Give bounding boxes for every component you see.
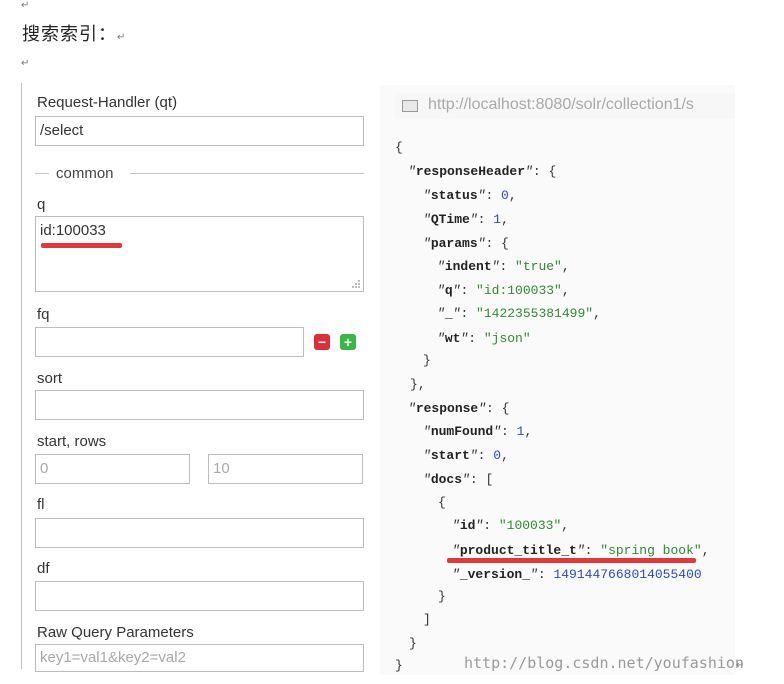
q-textarea[interactable]: id:100033	[35, 216, 364, 292]
json-line-docs: "docs": [	[423, 472, 494, 487]
json-root-close: }	[395, 658, 403, 673]
json-line-indent: "indent": "true",	[437, 259, 570, 274]
request-handler-label: Request-Handler (qt)	[37, 94, 178, 111]
q-highlight-underline	[41, 243, 122, 248]
fq-input[interactable]	[35, 327, 304, 357]
section-divider	[35, 173, 49, 174]
json-line-status: "status": 0,	[423, 188, 517, 203]
json-line-response: "response": {	[408, 401, 510, 416]
q-value: id:100033	[40, 222, 106, 239]
sort-input[interactable]	[35, 390, 364, 420]
section-divider	[130, 173, 364, 174]
doc-heading: 搜索索引：↵	[22, 24, 127, 45]
json-line-numFound: "numFound": 1,	[423, 424, 533, 439]
json-line-version: "_version_": 1491447668014055400	[452, 567, 702, 582]
common-section-label: common	[56, 165, 114, 182]
remove-fq-button[interactable]: −	[314, 334, 330, 350]
fl-label: fl	[37, 496, 45, 513]
fl-input[interactable]	[35, 518, 364, 548]
add-fq-button[interactable]: +	[340, 334, 356, 350]
json-line-q: "q": "id:100033",	[437, 283, 570, 298]
request-url-bar[interactable]: http://localhost:8080/solr/collection1/s	[395, 93, 735, 119]
paragraph-mark: ↵	[736, 660, 745, 671]
resize-grip-icon[interactable]	[351, 279, 361, 289]
json-line-product-title: "product_title_t": "spring book",	[452, 543, 710, 558]
json-line-responseHeader: "responseHeader": {	[408, 164, 557, 179]
json-line-start: "start": 0,	[423, 448, 509, 463]
json-line-qtime: "QTime": 1,	[423, 212, 509, 227]
start-rows-label: start, rows	[37, 433, 107, 450]
fq-label: fq	[37, 306, 50, 323]
page-icon	[402, 100, 418, 112]
json-close-header: },	[410, 377, 426, 392]
json-close-params: }	[423, 353, 431, 368]
raw-query-label: Raw Query Parameters	[37, 624, 194, 641]
sort-label: sort	[37, 370, 63, 387]
start-input[interactable]: 0	[35, 454, 190, 484]
json-docs-close: ]	[423, 612, 431, 627]
request-url-link[interactable]: http://localhost:8080/solr/collection1/s	[428, 96, 694, 114]
paragraph-mark: ↵	[21, 58, 30, 69]
blog-watermark: http://blog.csdn.net/youfashion	[464, 654, 744, 672]
paragraph-mark: ↵	[21, 0, 30, 11]
json-line-doc-id: "id": "100033",	[452, 518, 570, 533]
product-title-highlight-underline	[447, 558, 696, 563]
q-label: q	[37, 196, 46, 213]
json-doc-open: {	[438, 495, 446, 510]
rows-input[interactable]: 10	[208, 454, 363, 484]
json-line-wt: "wt": "json"	[437, 331, 531, 346]
request-handler-input[interactable]: /select	[35, 116, 364, 146]
json-line-underscore: "_": "1422355381499",	[437, 306, 601, 321]
raw-query-input[interactable]: key1=val1&key2=val2	[35, 644, 364, 672]
json-doc-close: }	[438, 589, 446, 604]
json-line-params: "params": {	[423, 236, 509, 251]
json-response-close: }	[409, 636, 417, 651]
json-open-brace: {	[395, 140, 403, 155]
df-input[interactable]	[35, 581, 364, 611]
df-label: df	[37, 560, 50, 577]
